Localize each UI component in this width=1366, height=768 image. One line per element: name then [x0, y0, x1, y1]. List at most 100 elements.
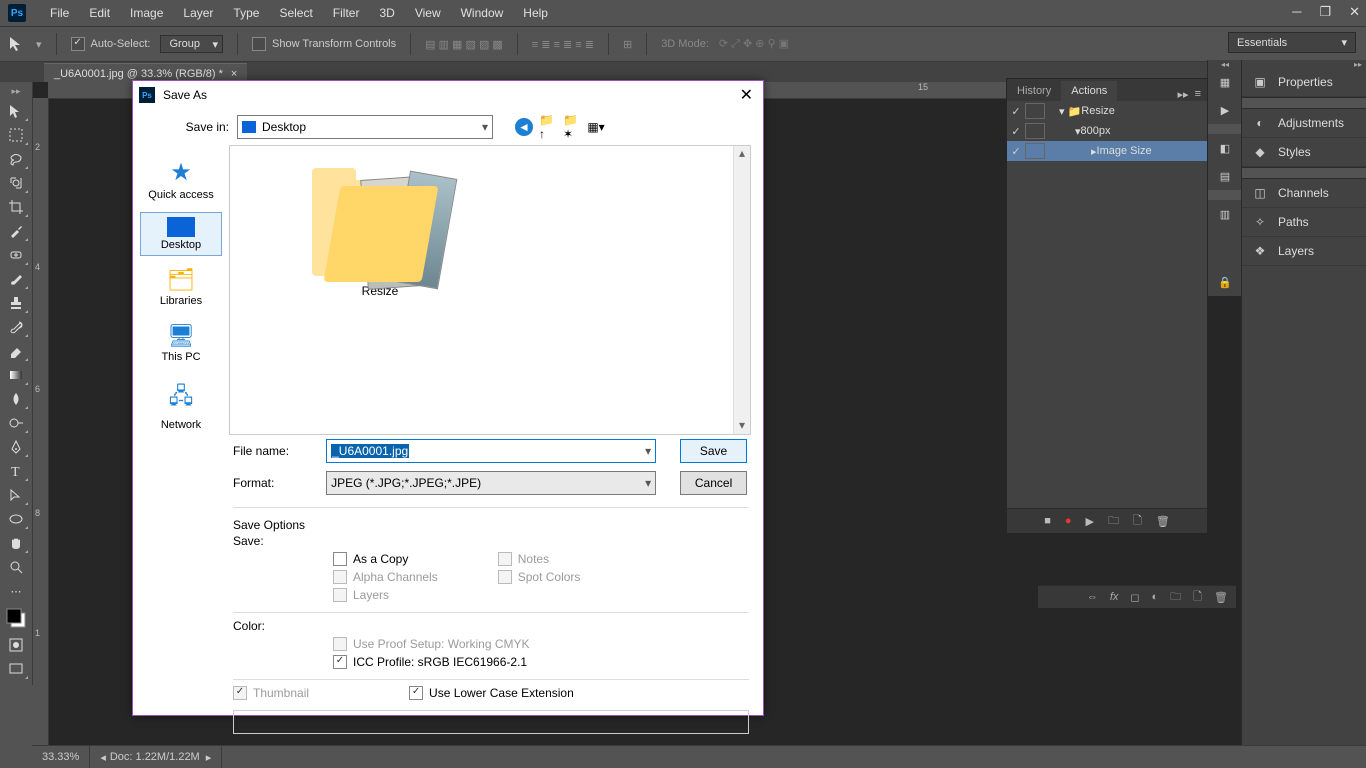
paths-panel[interactable]: ✧Paths: [1242, 208, 1366, 237]
cancel-button[interactable]: Cancel: [680, 471, 747, 495]
adjustment-icon[interactable]: ◐: [1152, 591, 1159, 603]
align-icons[interactable]: ▤ ▥ ▦ ▧ ▨ ▩: [425, 38, 503, 51]
nav-views-icon[interactable]: ▦▾: [587, 118, 605, 136]
pen-tool[interactable]: [3, 436, 29, 458]
link-icon[interactable]: ⇔: [1087, 591, 1098, 603]
menu-3d[interactable]: 3D: [369, 6, 404, 20]
record-icon[interactable]: ●: [1065, 515, 1072, 527]
properties-panel[interactable]: ▣Properties: [1242, 68, 1366, 97]
panel-menu-icon[interactable]: ≡: [1195, 88, 1201, 101]
file-browser[interactable]: Resize ▴▾: [229, 145, 751, 435]
stamp-tool[interactable]: [3, 292, 29, 314]
channels-panel[interactable]: ◫Channels: [1242, 179, 1366, 208]
trash-icon[interactable]: 🗑: [1214, 591, 1228, 604]
healing-tool[interactable]: [3, 244, 29, 266]
edit-toolbar-icon[interactable]: ⋯: [3, 580, 29, 602]
place-desktop[interactable]: Desktop: [140, 212, 222, 256]
adjustments-panel[interactable]: ◐Adjustments: [1242, 109, 1366, 138]
actions-play-icon[interactable]: ▶: [1208, 96, 1242, 124]
toolbox-collapse-icon[interactable]: ▸▸: [11, 86, 20, 97]
styles-panel[interactable]: ◆Styles: [1242, 138, 1366, 167]
play-icon[interactable]: ▶: [1086, 515, 1094, 528]
swatches-panel-icon[interactable]: ▤: [1208, 162, 1242, 190]
brush-tool[interactable]: [3, 268, 29, 290]
savein-dropdown[interactable]: Desktop▾: [237, 115, 493, 139]
window-minimize-icon[interactable]: ─: [1292, 4, 1301, 20]
panel-collapse-icon[interactable]: ▸▸: [1178, 88, 1189, 101]
color-panel-icon[interactable]: ◧: [1208, 134, 1242, 162]
menu-file[interactable]: File: [40, 6, 79, 20]
menu-filter[interactable]: Filter: [323, 6, 370, 20]
auto-select-target-dropdown[interactable]: Group ▾: [160, 35, 223, 53]
dialog-titlebar[interactable]: Ps Save As ✕: [133, 81, 763, 109]
action-step-row[interactable]: ✓▸ Image Size: [1007, 141, 1207, 161]
color-swatches[interactable]: [3, 604, 29, 632]
actions-list[interactable]: ✓▾ 📁 Resize ✓▾ 800px ✓▸ Image Size: [1007, 101, 1207, 508]
menu-type[interactable]: Type: [223, 6, 269, 20]
menu-help[interactable]: Help: [513, 6, 558, 20]
group-icon[interactable]: 🗀: [1170, 588, 1181, 607]
distribute-icons[interactable]: ≡ ≣ ≡ ≣ ≡ ≣: [532, 38, 594, 51]
type-tool[interactable]: T: [3, 460, 29, 482]
zoom-readout[interactable]: 33.33%: [32, 746, 90, 768]
as-copy-checkbox[interactable]: As a Copy: [333, 552, 438, 566]
save-button[interactable]: Save: [680, 439, 747, 463]
history-panel-icon[interactable]: ▦: [1208, 68, 1242, 96]
new-layer-icon[interactable]: 🗋: [1193, 588, 1202, 607]
nav-up-icon[interactable]: 📁↑: [539, 118, 557, 136]
auto-align-icon[interactable]: ⊞: [623, 38, 632, 51]
stop-icon[interactable]: ■: [1044, 515, 1051, 527]
zoom-tool[interactable]: [3, 556, 29, 578]
lasso-tool[interactable]: [3, 148, 29, 170]
dodge-tool[interactable]: [3, 412, 29, 434]
quickmask-icon[interactable]: [3, 634, 29, 656]
place-quick-access[interactable]: ★Quick access: [140, 153, 222, 206]
eraser-tool[interactable]: [3, 340, 29, 362]
place-network[interactable]: 🖧Network: [140, 374, 222, 436]
tab-history[interactable]: History: [1007, 81, 1061, 101]
menu-view[interactable]: View: [405, 6, 451, 20]
layer-lock-icon[interactable]: 🔒: [1208, 268, 1242, 296]
gradient-tool[interactable]: [3, 364, 29, 386]
show-transform-checkbox[interactable]: Show Transform Controls: [252, 37, 396, 51]
new-action-icon[interactable]: 🗋: [1133, 512, 1142, 531]
action-set-row[interactable]: ✓▾ 📁 Resize: [1007, 101, 1207, 121]
layers-panel[interactable]: ❖Layers: [1242, 237, 1366, 266]
tab-actions[interactable]: Actions: [1061, 81, 1117, 101]
menu-edit[interactable]: Edit: [79, 6, 120, 20]
new-set-icon[interactable]: 🗀: [1108, 512, 1119, 531]
auto-select-checkbox[interactable]: ✓Auto-Select:: [71, 37, 151, 51]
history-brush-tool[interactable]: [3, 316, 29, 338]
move-tool[interactable]: [3, 100, 29, 122]
delete-icon[interactable]: 🗑: [1156, 515, 1170, 528]
fx-icon[interactable]: fx: [1110, 591, 1119, 603]
shape-tool[interactable]: [3, 508, 29, 530]
doc-size-readout[interactable]: ◂Doc: 1.22M/1.22M▸: [90, 746, 222, 768]
hand-tool[interactable]: [3, 532, 29, 554]
nav-back-icon[interactable]: ◄: [515, 118, 533, 136]
menu-layer[interactable]: Layer: [173, 6, 223, 20]
blur-tool[interactable]: [3, 388, 29, 410]
libraries-panel-icon[interactable]: ▥: [1208, 200, 1242, 228]
file-scrollbar[interactable]: ▴▾: [733, 146, 750, 434]
eyedropper-tool[interactable]: [3, 220, 29, 242]
nav-newfolder-icon[interactable]: 📁✶: [563, 118, 581, 136]
menu-image[interactable]: Image: [120, 6, 173, 20]
folder-resize[interactable]: Resize: [280, 164, 480, 298]
window-restore-icon[interactable]: ❐: [1319, 4, 1331, 20]
place-libraries[interactable]: 🗂Libraries: [140, 262, 222, 312]
menu-window[interactable]: Window: [451, 6, 514, 20]
workspace-dropdown[interactable]: Essentials▾: [1228, 32, 1356, 53]
crop-tool[interactable]: [3, 196, 29, 218]
window-close-icon[interactable]: ✕: [1349, 4, 1360, 20]
tab-close-icon[interactable]: ×: [231, 68, 237, 80]
action-row[interactable]: ✓▾ 800px: [1007, 121, 1207, 141]
mask-icon[interactable]: ◻: [1130, 591, 1139, 604]
filename-input[interactable]: _U6A0001.jpg▾: [326, 439, 656, 463]
menu-select[interactable]: Select: [269, 6, 322, 20]
path-select-tool[interactable]: [3, 484, 29, 506]
quick-select-tool[interactable]: [3, 172, 29, 194]
icc-checkbox[interactable]: ✓ICC Profile: sRGB IEC61966-2.1: [333, 655, 763, 669]
format-dropdown[interactable]: JPEG (*.JPG;*.JPEG;*.JPE)▾: [326, 471, 656, 495]
lowercase-checkbox[interactable]: ✓Use Lower Case Extension: [409, 686, 574, 700]
